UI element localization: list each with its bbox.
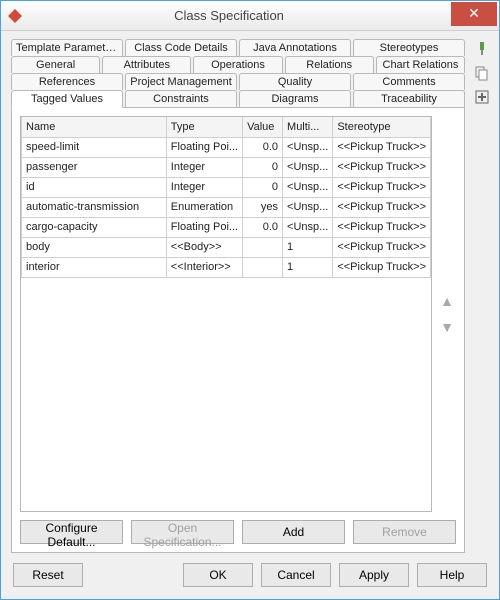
table-cell[interactable]: <<Body>> xyxy=(166,237,242,257)
copy-icon xyxy=(474,65,490,84)
table-cell[interactable]: 0.0 xyxy=(243,137,283,157)
table-row[interactable]: automatic-transmissionEnumerationyes<Uns… xyxy=(22,197,431,217)
table-cell[interactable]: Enumeration xyxy=(166,197,242,217)
table-cell[interactable] xyxy=(243,257,283,277)
table-cell[interactable]: <Unsp... xyxy=(283,217,333,237)
tagged-values-table[interactable]: NameTypeValueMulti...Stereotype speed-li… xyxy=(20,116,432,512)
table-cell[interactable]: 0 xyxy=(243,157,283,177)
open-specification-button: Open Specification... xyxy=(131,520,234,544)
dialog-footer: Reset OK Cancel Apply Help xyxy=(1,553,499,599)
move-up-button[interactable]: ▲ xyxy=(439,294,455,308)
tab-strip: Template ParametersClass Code DetailsJav… xyxy=(11,39,465,108)
table-cell[interactable]: Integer xyxy=(166,177,242,197)
table-cell[interactable]: 1 xyxy=(283,257,333,277)
ok-button[interactable]: OK xyxy=(183,563,253,587)
table-cell[interactable]: yes xyxy=(243,197,283,217)
copy-button[interactable] xyxy=(473,65,491,83)
chevron-up-icon: ▲ xyxy=(440,293,454,309)
reorder-arrows: ▲ ▼ xyxy=(438,116,456,512)
plus-icon xyxy=(474,89,490,108)
tab-button-row: Configure Default... Open Specification.… xyxy=(20,520,456,544)
tab-relations[interactable]: Relations xyxy=(285,56,374,73)
tab-diagrams[interactable]: Diagrams xyxy=(239,90,351,108)
remove-button: Remove xyxy=(353,520,456,544)
tab-traceability[interactable]: Traceability xyxy=(353,90,465,108)
close-button[interactable]: ✕ xyxy=(451,2,497,26)
side-toolbar xyxy=(471,39,493,553)
column-header[interactable]: Name xyxy=(22,117,167,137)
table-cell[interactable]: Integer xyxy=(166,157,242,177)
content-area: Template ParametersClass Code DetailsJav… xyxy=(1,31,499,553)
tab-template-parameters[interactable]: Template Parameters xyxy=(11,39,123,56)
table-cell[interactable]: body xyxy=(22,237,167,257)
move-down-button[interactable]: ▼ xyxy=(439,320,455,334)
column-header[interactable]: Value xyxy=(243,117,283,137)
reset-button[interactable]: Reset xyxy=(13,563,83,587)
pin-icon xyxy=(474,41,490,60)
table-cell[interactable]: 0 xyxy=(243,177,283,197)
titlebar: Class Specification ✕ xyxy=(1,1,499,31)
close-icon: ✕ xyxy=(468,5,480,22)
tab-chart-relations[interactable]: Chart Relations xyxy=(376,56,465,73)
table-cell[interactable]: <Unsp... xyxy=(283,197,333,217)
tab-tagged-values[interactable]: Tagged Values xyxy=(11,90,123,108)
tab-general[interactable]: General xyxy=(11,56,100,73)
table-cell[interactable]: 0.0 xyxy=(243,217,283,237)
add-side-button[interactable] xyxy=(473,89,491,107)
window-title: Class Specification xyxy=(31,8,427,23)
class-specification-window: Class Specification ✕ Template Parameter… xyxy=(0,0,500,600)
table-cell[interactable]: <Unsp... xyxy=(283,137,333,157)
table-cell[interactable]: <<Pickup Truck>> xyxy=(333,197,431,217)
table-cell[interactable]: <Unsp... xyxy=(283,157,333,177)
table-row[interactable]: body<<Body>> 1<<Pickup Truck>> xyxy=(22,237,431,257)
table-cell[interactable]: <<Pickup Truck>> xyxy=(333,237,431,257)
table-row[interactable]: idInteger0<Unsp...<<Pickup Truck>> xyxy=(22,177,431,197)
table-cell[interactable] xyxy=(243,237,283,257)
column-header[interactable]: Multi... xyxy=(283,117,333,137)
table-cell[interactable]: <Unsp... xyxy=(283,177,333,197)
chevron-down-icon: ▼ xyxy=(440,319,454,335)
configure-default-button[interactable]: Configure Default... xyxy=(20,520,123,544)
tab-stereotypes[interactable]: Stereotypes xyxy=(353,39,465,56)
pin-button[interactable] xyxy=(473,41,491,59)
table-cell[interactable]: <<Pickup Truck>> xyxy=(333,157,431,177)
column-header[interactable]: Stereotype xyxy=(333,117,431,137)
table-cell[interactable]: Floating Poi... xyxy=(166,217,242,237)
table-cell[interactable]: automatic-transmission xyxy=(22,197,167,217)
table-row[interactable]: cargo-capacityFloating Poi...0.0<Unsp...… xyxy=(22,217,431,237)
help-button[interactable]: Help xyxy=(417,563,487,587)
tab-body: NameTypeValueMulti...Stereotype speed-li… xyxy=(11,107,465,553)
apply-button[interactable]: Apply xyxy=(339,563,409,587)
table-cell[interactable]: <<Pickup Truck>> xyxy=(333,177,431,197)
tab-class-code-details[interactable]: Class Code Details xyxy=(125,39,237,56)
tab-comments[interactable]: Comments xyxy=(353,73,465,90)
table-cell[interactable]: id xyxy=(22,177,167,197)
table-cell[interactable]: cargo-capacity xyxy=(22,217,167,237)
tab-attributes[interactable]: Attributes xyxy=(102,56,191,73)
tab-constraints[interactable]: Constraints xyxy=(125,90,237,108)
table-cell[interactable]: interior xyxy=(22,257,167,277)
cancel-button[interactable]: Cancel xyxy=(261,563,331,587)
tab-project-management[interactable]: Project Management xyxy=(125,73,237,90)
app-icon xyxy=(7,8,23,24)
table-cell[interactable]: <<Interior>> xyxy=(166,257,242,277)
table-row[interactable]: interior<<Interior>> 1<<Pickup Truck>> xyxy=(22,257,431,277)
tab-operations[interactable]: Operations xyxy=(193,56,282,73)
tab-references[interactable]: References xyxy=(11,73,123,90)
table-cell[interactable]: <<Pickup Truck>> xyxy=(333,217,431,237)
column-header[interactable]: Type xyxy=(166,117,242,137)
table-area: NameTypeValueMulti...Stereotype speed-li… xyxy=(20,116,456,512)
table-cell[interactable]: speed-limit xyxy=(22,137,167,157)
table-cell[interactable]: <<Pickup Truck>> xyxy=(333,137,431,157)
table-cell[interactable]: 1 xyxy=(283,237,333,257)
tab-java-annotations[interactable]: Java Annotations xyxy=(239,39,351,56)
add-button[interactable]: Add xyxy=(242,520,345,544)
table-cell[interactable]: <<Pickup Truck>> xyxy=(333,257,431,277)
tab-quality[interactable]: Quality xyxy=(239,73,351,90)
table-cell[interactable]: passenger xyxy=(22,157,167,177)
main-column: Template ParametersClass Code DetailsJav… xyxy=(11,39,465,553)
table-row[interactable]: passengerInteger0<Unsp...<<Pickup Truck>… xyxy=(22,157,431,177)
table-cell[interactable]: Floating Poi... xyxy=(166,137,242,157)
table-row[interactable]: speed-limitFloating Poi...0.0<Unsp...<<P… xyxy=(22,137,431,157)
